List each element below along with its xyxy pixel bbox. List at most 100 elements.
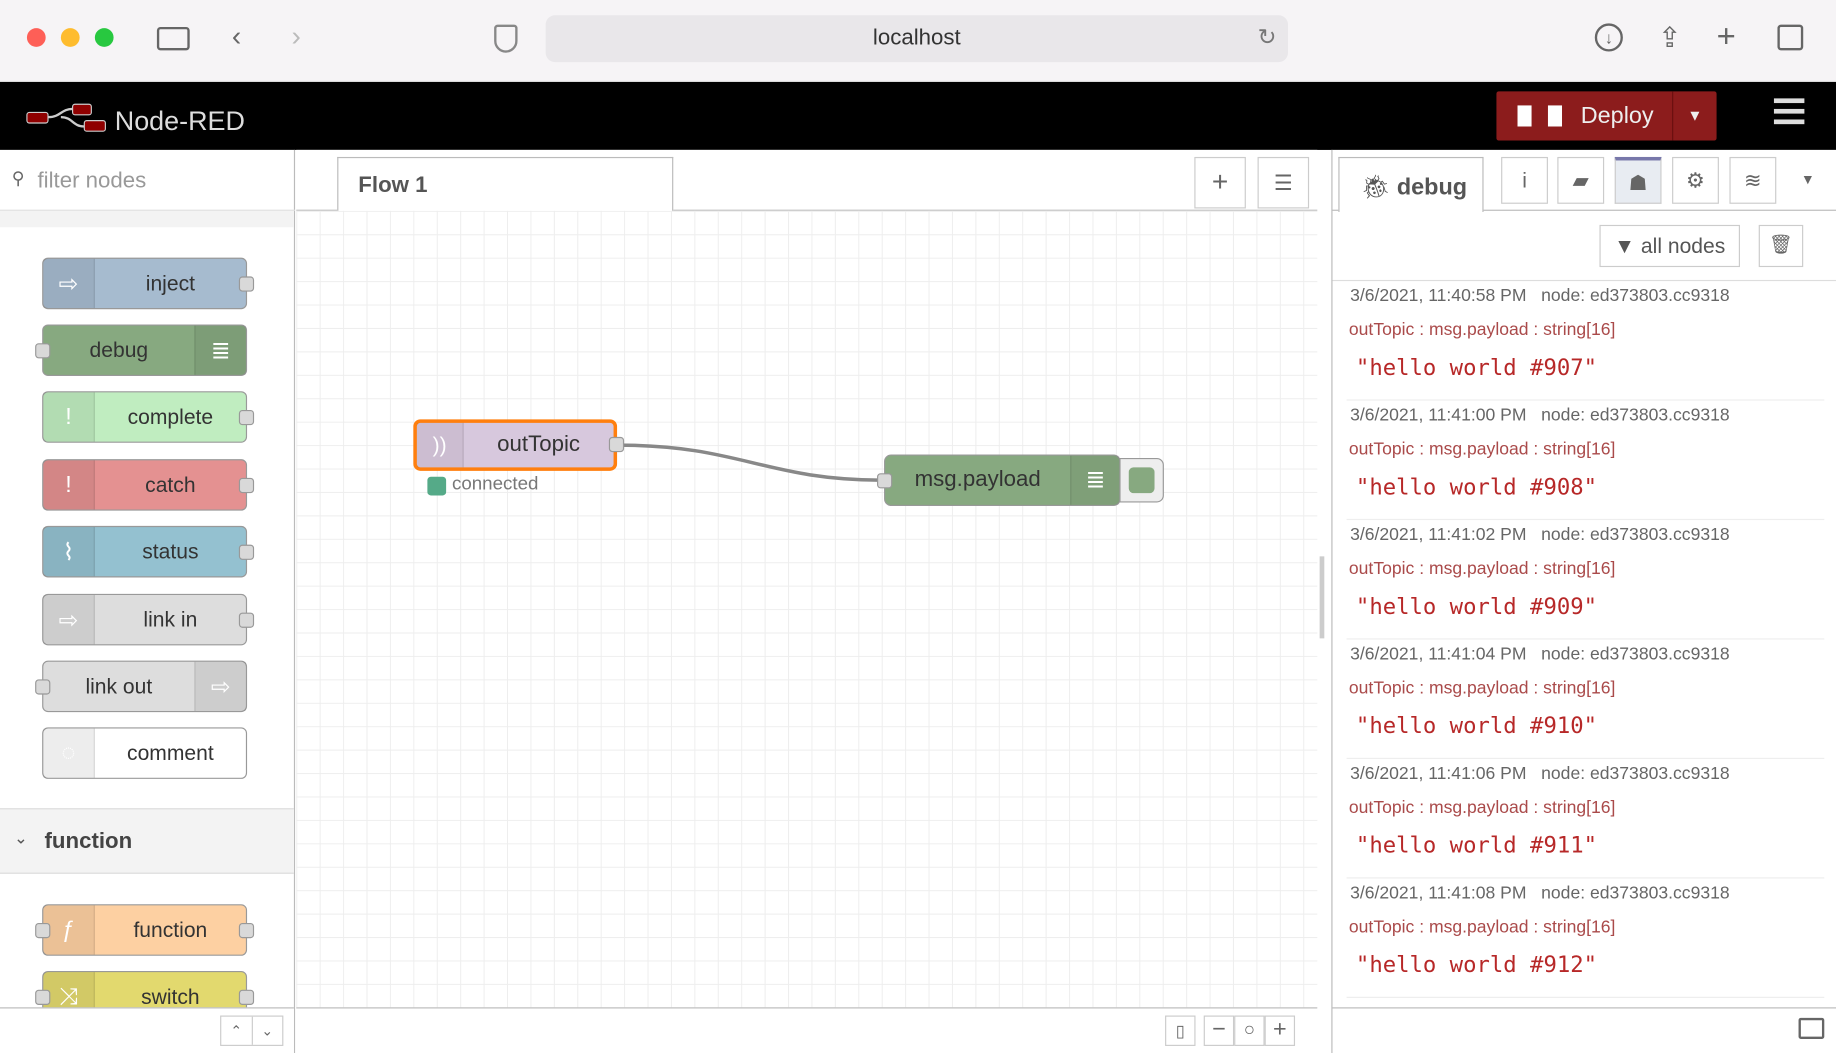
message-value[interactable]: "hello world #910" — [1356, 713, 1597, 739]
tab-flow-1[interactable]: Flow 1 — [337, 156, 674, 213]
output-port — [238, 276, 255, 292]
mqtt-icon: )) — [416, 422, 464, 468]
debug-message[interactable]: 3/6/2021, 11:40:58 PM node: ed373803.cc9… — [1346, 281, 1825, 401]
palette-node-catch[interactable]: ! catch — [42, 459, 255, 511]
url-text: localhost — [872, 25, 961, 51]
message-topic: outTopic : msg.payload : string[16] — [1348, 558, 1616, 579]
reload-icon[interactable]: ↻ — [1258, 15, 1277, 62]
input-port — [35, 922, 51, 939]
zoom-reset-button[interactable]: ○ — [1234, 1015, 1265, 1046]
debug-message[interactable]: 3/6/2021, 11:41:06 PM node: ed373803.cc9… — [1346, 759, 1825, 879]
palette-node-link-in[interactable]: ⇨ link in — [42, 593, 255, 646]
shield-icon[interactable] — [494, 24, 518, 53]
info-tab-button[interactable]: i — [1501, 156, 1548, 204]
message-node[interactable]: node: ed373803.cc9318 — [1541, 764, 1729, 784]
deploy-label: Deploy — [1580, 103, 1654, 129]
zoom-in-button[interactable]: + — [1264, 1015, 1296, 1046]
debug-list-icon: ≣ — [1070, 455, 1120, 505]
deploy-button[interactable]: Deploy ▼ — [1496, 91, 1717, 141]
flow-canvas[interactable]: )) outTopic connected msg.payload ≣ — [296, 210, 1318, 1008]
maximize-window-button[interactable] — [94, 28, 114, 47]
palette-node-status[interactable]: ⌇ status — [42, 525, 255, 578]
open-window-monitor-icon[interactable] — [1798, 1017, 1825, 1039]
app-title: Node-RED — [114, 105, 245, 136]
flow-node-msg-payload[interactable]: msg.payload ≣ — [877, 454, 1164, 507]
collapse-all-button[interactable]: ⌃ — [221, 1016, 253, 1045]
back-icon[interactable]: ‹ — [232, 21, 241, 54]
filter-nodes-input[interactable]: ⚲ filter nodes — [0, 150, 296, 211]
context-data-tab-button[interactable]: ≋ — [1729, 156, 1777, 204]
palette-node-inject[interactable]: ⇨ inject — [42, 257, 255, 310]
output-port — [238, 612, 255, 628]
browser-toolbar: ‹ › localhost ↻ ↓ ⇪ + — [0, 0, 1836, 82]
add-flow-button[interactable]: + — [1194, 156, 1246, 209]
message-value[interactable]: "hello world #908" — [1356, 474, 1597, 500]
workspace: Flow 1 + ☰ )) outTopic connected msg.pay… — [296, 149, 1318, 1053]
debug-message[interactable]: 3/6/2021, 11:41:00 PM node: ed373803.cc9… — [1346, 401, 1825, 521]
share-icon[interactable]: ⇪ — [1658, 21, 1682, 55]
message-value[interactable]: "hello world #911" — [1356, 833, 1597, 859]
message-node[interactable]: node: ed373803.cc9318 — [1541, 883, 1729, 903]
message-time: 3/6/2021, 11:41:08 PM — [1350, 883, 1527, 904]
palette-collapse-controls: ⌃ ⌄ — [220, 1015, 284, 1046]
debug-message[interactable]: 3/6/2021, 11:41:02 PM node: ed373803.cc9… — [1346, 520, 1825, 640]
expand-all-button[interactable]: ⌄ — [252, 1017, 282, 1045]
download-icon[interactable]: ↓ — [1594, 23, 1623, 52]
debug-toolbar: ▼ all nodes 🗑︎ — [1332, 211, 1836, 282]
flow-node-outtopic[interactable]: )) outTopic — [413, 419, 625, 471]
tabs-overview-icon[interactable] — [1777, 24, 1804, 51]
input-port — [35, 989, 51, 1005]
new-tab-icon[interactable]: + — [1717, 18, 1736, 55]
node-icon: ◌ — [43, 728, 95, 778]
palette-node-function[interactable]: ƒ function — [35, 904, 255, 956]
sidebar-resize-handle[interactable] — [1319, 556, 1325, 639]
navigator-map-icon[interactable]: ▯ — [1165, 1015, 1196, 1046]
filter-nodes-button[interactable]: ▼ all nodes — [1599, 224, 1740, 268]
message-value[interactable]: "hello world #909" — [1356, 594, 1597, 620]
forward-icon[interactable]: › — [292, 21, 301, 54]
debug-message[interactable]: 3/6/2021, 11:41:08 PM node: ed373803.cc9… — [1346, 878, 1825, 998]
message-topic: outTopic : msg.payload : string[16] — [1348, 678, 1616, 699]
debug-message-list[interactable]: 3/6/2021, 11:40:58 PM node: ed373803.cc9… — [1333, 281, 1836, 1007]
debug-tab-button[interactable]: ☗ — [1614, 156, 1662, 204]
palette-node-comment[interactable]: ◌ comment — [42, 727, 248, 779]
node-label: debug — [89, 337, 149, 362]
main-menu-button[interactable] — [1773, 98, 1805, 125]
message-node[interactable]: node: ed373803.cc9318 — [1541, 644, 1729, 664]
list-flows-button[interactable]: ☰ — [1257, 156, 1310, 209]
debug-message[interactable]: 3/6/2021, 11:41:04 PM node: ed373803.cc9… — [1346, 640, 1825, 760]
sidebar-toggle-icon[interactable] — [156, 26, 190, 51]
address-bar[interactable]: localhost ↻ — [545, 15, 1289, 63]
filter-label: all nodes — [1640, 234, 1726, 258]
debug-toggle-button[interactable] — [1119, 457, 1164, 503]
message-topic: outTopic : msg.payload : string[16] — [1348, 917, 1616, 938]
config-gear-tab-button[interactable]: ⚙ — [1672, 156, 1719, 204]
palette-node-complete[interactable]: ! complete — [42, 391, 255, 443]
message-value[interactable]: "hello world #912" — [1356, 952, 1597, 978]
help-book-tab-button[interactable]: ▰ — [1557, 156, 1605, 204]
sidebar-tabs-dropdown-icon[interactable]: ▼ — [1801, 171, 1815, 187]
message-value[interactable]: "hello world #907" — [1356, 355, 1597, 381]
category-label: function — [44, 829, 133, 854]
minimize-window-button[interactable] — [60, 28, 80, 47]
deploy-dropdown-icon[interactable]: ▼ — [1672, 91, 1716, 141]
palette-category-function[interactable]: ⌄ function — [0, 808, 294, 874]
palette-node-debug[interactable]: debug ≣ — [35, 324, 248, 376]
node-status: connected — [451, 474, 539, 495]
clear-messages-trash-button[interactable]: 🗑︎ — [1758, 224, 1804, 268]
message-time: 3/6/2021, 11:41:06 PM — [1350, 763, 1527, 784]
output-port[interactable] — [608, 436, 625, 453]
node-icon: ⇨ — [43, 595, 95, 645]
node-label: msg.payload — [914, 467, 1041, 492]
message-node[interactable]: node: ed373803.cc9318 — [1541, 405, 1729, 425]
message-node[interactable]: node: ed373803.cc9318 — [1541, 525, 1729, 545]
close-window-button[interactable] — [26, 28, 46, 47]
palette-node-link-out[interactable]: link out ⇨ — [35, 660, 248, 713]
message-node[interactable]: node: ed373803.cc9318 — [1541, 286, 1729, 306]
node-label: complete — [127, 404, 214, 429]
node-icon: ⇨ — [43, 258, 95, 309]
sidebar: 🐞︎ debug i ▰ ☗ ⚙ ≋ ▼ ▼ all nodes 🗑︎ 3/6/… — [1331, 149, 1836, 1053]
zoom-out-button[interactable]: − — [1203, 1015, 1235, 1046]
input-port[interactable] — [877, 473, 893, 489]
tab-debug[interactable]: 🐞︎ debug — [1338, 156, 1484, 213]
